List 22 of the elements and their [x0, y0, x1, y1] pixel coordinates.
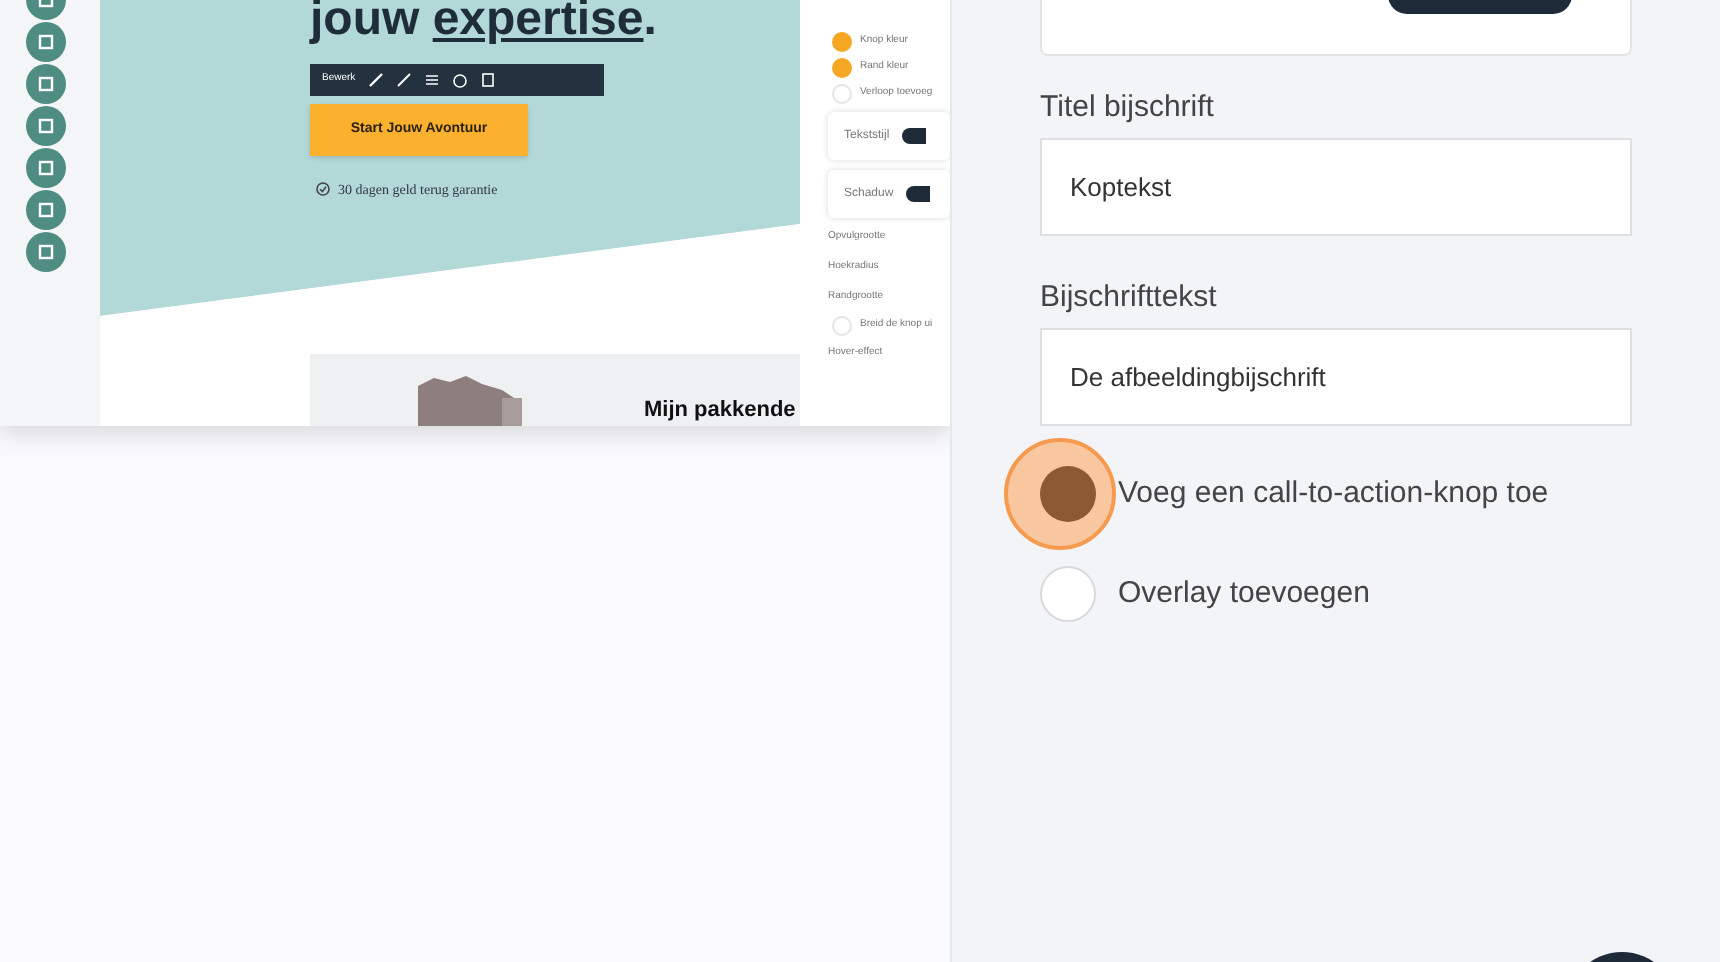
field-label: Titel bijschrift: [1040, 90, 1216, 126]
option-label: Overlay toevoegen: [1118, 573, 1370, 614]
tool-icon[interactable]: [26, 148, 66, 188]
section-heading: Mijn pakkende: [644, 398, 796, 424]
text-field[interactable]: De afbeeldingbijschrift: [1040, 328, 1632, 426]
check-icon: [316, 182, 330, 196]
tool-icon[interactable]: [26, 190, 66, 230]
text-field[interactable]: Koptekst: [1040, 138, 1632, 236]
color-swatch[interactable]: [832, 32, 852, 52]
field-label: Bijschrifttekst: [1040, 280, 1219, 316]
pill-toggle[interactable]: [905, 186, 930, 202]
align-icon[interactable]: [423, 72, 440, 88]
radio-button[interactable]: [1040, 566, 1096, 622]
color-swatch[interactable]: [832, 58, 852, 78]
toggle[interactable]: [832, 316, 852, 336]
timer-icon[interactable]: [451, 72, 468, 88]
toggle[interactable]: [832, 84, 852, 104]
tool-icon[interactable]: [26, 106, 66, 146]
tool-icon[interactable]: [26, 232, 66, 272]
option-label: Voeg een call-to-action-knop toe: [1118, 473, 1549, 514]
tool-icon[interactable]: [26, 64, 66, 104]
pill-toggle[interactable]: [901, 128, 926, 144]
